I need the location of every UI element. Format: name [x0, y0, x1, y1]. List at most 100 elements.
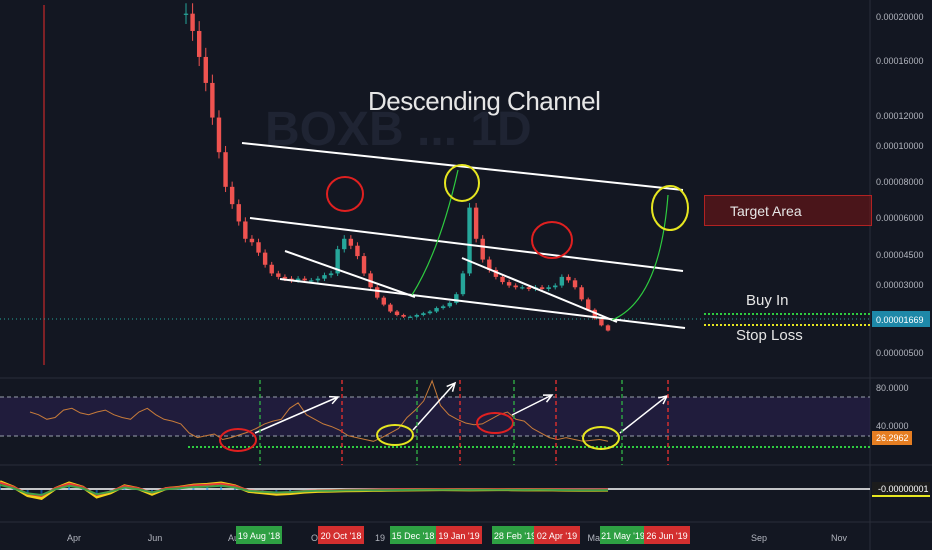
- red-circle-2: [531, 221, 573, 259]
- price-candle: [460, 273, 466, 295]
- price-candle: [315, 278, 321, 281]
- price-candle: [243, 221, 248, 239]
- chart-canvas[interactable]: BOXB ... 1D0.000200000.000160000.0001200…: [0, 0, 932, 550]
- rsi-band: [0, 397, 870, 436]
- price-candle: [262, 252, 268, 265]
- date-label: 19 Aug '18: [238, 531, 280, 541]
- price-candle: [309, 280, 314, 282]
- current-price-label: 0.00001669: [876, 315, 924, 325]
- price-candle: [355, 245, 360, 257]
- price-candle: [229, 186, 235, 205]
- price-candle: [480, 238, 485, 260]
- price-candle: [394, 311, 400, 315]
- price-candle: [579, 287, 584, 300]
- price-candle: [361, 256, 367, 274]
- price-candle: [599, 318, 604, 326]
- x-tick-label: Nov: [831, 533, 848, 543]
- price-candle: [348, 238, 354, 246]
- channel-middle-line: [249, 217, 684, 272]
- price-candle: [196, 30, 202, 57]
- price-candle: [203, 56, 208, 83]
- price-candle: [256, 242, 261, 253]
- price-tick-label: 0.00012000: [876, 111, 924, 121]
- price-candle: [427, 311, 433, 314]
- price-candle: [500, 276, 505, 283]
- yellow-circle-target: [651, 185, 689, 231]
- price-candle: [434, 308, 439, 312]
- price-candle: [276, 273, 281, 277]
- price-candle: [210, 82, 215, 118]
- date-label: 15 Dec '18: [392, 531, 435, 541]
- price-candle: [467, 207, 472, 274]
- price-tick-label: 0.00010000: [876, 141, 924, 151]
- price-candle: [375, 287, 380, 298]
- price-tick-label: 0.00016000: [876, 56, 924, 66]
- price-candle: [216, 117, 222, 153]
- date-label: 28 Feb '19: [494, 531, 536, 541]
- date-label: 20 Oct '18: [321, 531, 362, 541]
- price-tick-label: 0.00000500: [876, 348, 924, 358]
- price-candle: [414, 314, 419, 317]
- wedge-line-2: [461, 257, 618, 323]
- price-candle: [282, 276, 288, 279]
- price-tick-label: 0.00008000: [876, 177, 924, 187]
- price-candle: [566, 276, 571, 281]
- projection-curve-1: [411, 169, 459, 296]
- price-candle: [183, 13, 189, 15]
- price-candle: [388, 304, 393, 312]
- price-candle: [520, 287, 525, 289]
- price-candle: [447, 302, 452, 307]
- rsi-tick-80: 80.0000: [876, 383, 909, 393]
- price-candle: [236, 204, 241, 222]
- price-candle: [322, 275, 327, 279]
- channel-lower-line: [279, 278, 686, 329]
- price-candle: [342, 238, 347, 250]
- price-candle: [269, 264, 274, 274]
- price-tick-label: 0.00020000: [876, 12, 924, 22]
- price-candle: [407, 316, 413, 318]
- buy-in-label: Buy In: [746, 292, 789, 309]
- date-label: 21 May '19: [601, 531, 645, 541]
- price-candle: [473, 207, 479, 239]
- price-candle: [605, 325, 611, 331]
- price-candle: [381, 297, 387, 305]
- projection-curve-2: [611, 194, 669, 321]
- price-candle: [401, 314, 406, 317]
- yellow-circle-1: [444, 164, 480, 202]
- price-candle: [249, 238, 255, 243]
- price-tick-label: 0.00006000: [876, 213, 924, 223]
- price-candle: [526, 287, 532, 289]
- x-tick-label: 19: [375, 533, 385, 543]
- price-candle: [328, 273, 334, 276]
- price-candle: [559, 276, 565, 286]
- price-candle: [513, 285, 518, 288]
- price-tick-label: 0.00004500: [876, 250, 924, 260]
- x-tick-label: Apr: [67, 533, 81, 543]
- x-tick-label: Sep: [751, 533, 767, 543]
- wedge-line-1: [284, 250, 416, 298]
- price-candle: [553, 285, 558, 288]
- price-candle: [421, 313, 426, 315]
- price-candle: [546, 287, 551, 289]
- price-candle: [223, 152, 228, 187]
- price-candle: [539, 287, 545, 289]
- chart-title: Descending Channel: [368, 86, 601, 116]
- target-area-label: Target Area: [730, 203, 802, 219]
- price-candle: [302, 278, 307, 281]
- rsi-tick-40: 40.0000: [876, 421, 909, 431]
- stop-loss-label: Stop Loss: [736, 327, 803, 344]
- oscillator-value-label: -0.00000001: [878, 484, 929, 494]
- red-circle-1: [326, 176, 364, 212]
- date-label: 02 Apr '19: [537, 531, 577, 541]
- x-tick-label: Jun: [148, 533, 163, 543]
- date-label: 19 Jan '19: [438, 531, 479, 541]
- price-candle: [572, 280, 578, 288]
- price-tick-label: 0.00003000: [876, 280, 924, 290]
- price-candle: [190, 13, 195, 31]
- date-label: 26 Jun '19: [646, 531, 687, 541]
- price-candle: [440, 306, 446, 309]
- price-candle: [506, 282, 512, 286]
- price-candle: [586, 299, 591, 310]
- rsi-value-label: 26.2962: [876, 433, 909, 443]
- price-candle: [454, 294, 459, 303]
